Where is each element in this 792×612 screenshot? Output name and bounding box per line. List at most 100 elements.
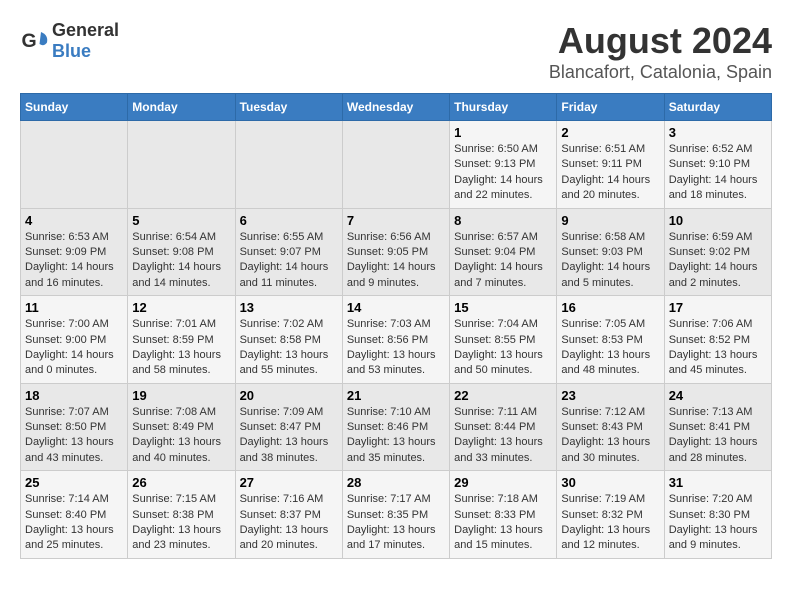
- calendar-cell: [235, 121, 342, 209]
- day-number: 15: [454, 300, 552, 315]
- page-title: August 2024: [549, 20, 772, 62]
- svg-text:G: G: [22, 30, 37, 52]
- calendar-cell: 3 Sunrise: 6:52 AM Sunset: 9:10 PM Daylig…: [664, 121, 771, 209]
- day-info: Sunrise: 6:56 AM Sunset: 9:05 PM Dayligh…: [347, 231, 436, 289]
- day-number: 5: [132, 213, 230, 228]
- day-info: Sunrise: 7:04 AM Sunset: 8:55 PM Dayligh…: [454, 318, 543, 376]
- logo: G General Blue: [20, 20, 119, 62]
- day-info: Sunrise: 6:54 AM Sunset: 9:08 PM Dayligh…: [132, 231, 221, 289]
- day-info: Sunrise: 7:08 AM Sunset: 8:49 PM Dayligh…: [132, 406, 221, 464]
- day-number: 8: [454, 213, 552, 228]
- day-number: 23: [561, 388, 659, 403]
- calendar-cell: 12 Sunrise: 7:01 AM Sunset: 8:59 PM Dayli…: [128, 296, 235, 384]
- calendar-cell: 9Sunrise: 6:58 AM Sunset: 9:03 PM Daylig…: [557, 208, 664, 296]
- day-info: Sunrise: 7:00 AM Sunset: 9:00 PM Dayligh…: [25, 318, 114, 376]
- day-number: 1: [454, 125, 552, 140]
- day-info: Sunrise: 7:10 AM Sunset: 8:46 PM Dayligh…: [347, 406, 436, 464]
- calendar-cell: 8 Sunrise: 6:57 AM Sunset: 9:04 PM Daylig…: [450, 208, 557, 296]
- calendar-week-row: 18 Sunrise: 7:07 AM Sunset: 8:50 PM Dayli…: [21, 383, 772, 471]
- day-number: 27: [240, 475, 338, 490]
- day-info: Sunrise: 6:52 AM Sunset: 9:10 PM Dayligh…: [669, 143, 758, 201]
- day-number: 16: [561, 300, 659, 315]
- calendar-cell: 7 Sunrise: 6:56 AM Sunset: 9:05 PM Daylig…: [342, 208, 449, 296]
- day-number: 21: [347, 388, 445, 403]
- header-wednesday: Wednesday: [342, 94, 449, 121]
- day-number: 26: [132, 475, 230, 490]
- day-number: 3: [669, 125, 767, 140]
- day-info: Sunrise: 7:05 AM Sunset: 8:53 PM Dayligh…: [561, 318, 650, 376]
- day-info: Sunrise: 7:09 AM Sunset: 8:47 PM Dayligh…: [240, 406, 329, 464]
- day-number: 31: [669, 475, 767, 490]
- logo-blue: Blue: [52, 41, 91, 61]
- calendar-cell: 6 Sunrise: 6:55 AM Sunset: 9:07 PM Daylig…: [235, 208, 342, 296]
- calendar-cell: 19Sunrise: 7:08 AM Sunset: 8:49 PM Dayli…: [128, 383, 235, 471]
- day-info: Sunrise: 7:11 AM Sunset: 8:44 PM Dayligh…: [454, 406, 543, 464]
- calendar-cell: 14 Sunrise: 7:03 AM Sunset: 8:56 PM Dayli…: [342, 296, 449, 384]
- calendar-cell: 10Sunrise: 6:59 AM Sunset: 9:02 PM Dayli…: [664, 208, 771, 296]
- day-info: Sunrise: 7:20 AM Sunset: 8:30 PM Dayligh…: [669, 493, 758, 551]
- day-number: 24: [669, 388, 767, 403]
- logo-general: General: [52, 20, 119, 40]
- calendar-cell: 2Sunrise: 6:51 AM Sunset: 9:11 PM Daylig…: [557, 121, 664, 209]
- calendar-cell: 16 Sunrise: 7:05 AM Sunset: 8:53 PM Dayli…: [557, 296, 664, 384]
- calendar-cell: 27 Sunrise: 7:16 AM Sunset: 8:37 PM Dayli…: [235, 471, 342, 559]
- day-number: 30: [561, 475, 659, 490]
- day-info: Sunrise: 7:06 AM Sunset: 8:52 PM Dayligh…: [669, 318, 758, 376]
- calendar-cell: 31 Sunrise: 7:20 AM Sunset: 8:30 PM Dayli…: [664, 471, 771, 559]
- day-info: Sunrise: 7:13 AM Sunset: 8:41 PM Dayligh…: [669, 406, 758, 464]
- calendar-cell: [342, 121, 449, 209]
- calendar-cell: 4Sunrise: 6:53 AM Sunset: 9:09 PM Daylig…: [21, 208, 128, 296]
- calendar-cell: 11Sunrise: 7:00 AM Sunset: 9:00 PM Dayli…: [21, 296, 128, 384]
- day-number: 25: [25, 475, 123, 490]
- calendar-week-row: 25Sunrise: 7:14 AM Sunset: 8:40 PM Dayli…: [21, 471, 772, 559]
- title-block: August 2024 Blancafort, Catalonia, Spain: [549, 20, 772, 83]
- day-number: 12: [132, 300, 230, 315]
- day-info: Sunrise: 7:07 AM Sunset: 8:50 PM Dayligh…: [25, 406, 114, 464]
- day-info: Sunrise: 7:16 AM Sunset: 8:37 PM Dayligh…: [240, 493, 329, 551]
- day-info: Sunrise: 7:02 AM Sunset: 8:58 PM Dayligh…: [240, 318, 329, 376]
- day-number: 6: [240, 213, 338, 228]
- day-number: 9: [561, 213, 659, 228]
- day-number: 13: [240, 300, 338, 315]
- calendar-cell: 1 Sunrise: 6:50 AM Sunset: 9:13 PM Daylig…: [450, 121, 557, 209]
- calendar-week-row: 1 Sunrise: 6:50 AM Sunset: 9:13 PM Daylig…: [21, 121, 772, 209]
- header-friday: Friday: [557, 94, 664, 121]
- calendar-week-row: 11Sunrise: 7:00 AM Sunset: 9:00 PM Dayli…: [21, 296, 772, 384]
- day-info: Sunrise: 6:50 AM Sunset: 9:13 PM Dayligh…: [454, 143, 543, 201]
- day-number: 14: [347, 300, 445, 315]
- calendar-cell: [21, 121, 128, 209]
- day-number: 18: [25, 388, 123, 403]
- day-info: Sunrise: 6:55 AM Sunset: 9:07 PM Dayligh…: [240, 231, 329, 289]
- day-number: 17: [669, 300, 767, 315]
- day-info: Sunrise: 7:19 AM Sunset: 8:32 PM Dayligh…: [561, 493, 650, 551]
- calendar-cell: 23 Sunrise: 7:12 AM Sunset: 8:43 PM Dayli…: [557, 383, 664, 471]
- header: G General Blue August 2024 Blancafort, C…: [20, 20, 772, 83]
- day-info: Sunrise: 6:57 AM Sunset: 9:04 PM Dayligh…: [454, 231, 543, 289]
- calendar-cell: 13 Sunrise: 7:02 AM Sunset: 8:58 PM Dayli…: [235, 296, 342, 384]
- calendar-cell: 17 Sunrise: 7:06 AM Sunset: 8:52 PM Dayli…: [664, 296, 771, 384]
- day-info: Sunrise: 7:01 AM Sunset: 8:59 PM Dayligh…: [132, 318, 221, 376]
- calendar-cell: 21 Sunrise: 7:10 AM Sunset: 8:46 PM Dayli…: [342, 383, 449, 471]
- day-info: Sunrise: 7:15 AM Sunset: 8:38 PM Dayligh…: [132, 493, 221, 551]
- calendar-cell: 29Sunrise: 7:18 AM Sunset: 8:33 PM Dayli…: [450, 471, 557, 559]
- day-number: 28: [347, 475, 445, 490]
- day-info: Sunrise: 7:12 AM Sunset: 8:43 PM Dayligh…: [561, 406, 650, 464]
- header-tuesday: Tuesday: [235, 94, 342, 121]
- calendar-week-row: 4Sunrise: 6:53 AM Sunset: 9:09 PM Daylig…: [21, 208, 772, 296]
- calendar-cell: 22Sunrise: 7:11 AM Sunset: 8:44 PM Dayli…: [450, 383, 557, 471]
- header-monday: Monday: [128, 94, 235, 121]
- calendar-cell: 24 Sunrise: 7:13 AM Sunset: 8:41 PM Dayli…: [664, 383, 771, 471]
- calendar-cell: 18 Sunrise: 7:07 AM Sunset: 8:50 PM Dayli…: [21, 383, 128, 471]
- header-thursday: Thursday: [450, 94, 557, 121]
- day-info: Sunrise: 6:51 AM Sunset: 9:11 PM Dayligh…: [561, 143, 650, 201]
- day-info: Sunrise: 6:53 AM Sunset: 9:09 PM Dayligh…: [25, 231, 114, 289]
- day-info: Sunrise: 7:18 AM Sunset: 8:33 PM Dayligh…: [454, 493, 543, 551]
- calendar-header-row: SundayMondayTuesdayWednesdayThursdayFrid…: [21, 94, 772, 121]
- page-subtitle: Blancafort, Catalonia, Spain: [549, 62, 772, 83]
- calendar-cell: 30 Sunrise: 7:19 AM Sunset: 8:32 PM Dayli…: [557, 471, 664, 559]
- day-number: 7: [347, 213, 445, 228]
- calendar-cell: 28Sunrise: 7:17 AM Sunset: 8:35 PM Dayli…: [342, 471, 449, 559]
- day-number: 20: [240, 388, 338, 403]
- day-info: Sunrise: 7:03 AM Sunset: 8:56 PM Dayligh…: [347, 318, 436, 376]
- calendar-cell: 5 Sunrise: 6:54 AM Sunset: 9:08 PM Daylig…: [128, 208, 235, 296]
